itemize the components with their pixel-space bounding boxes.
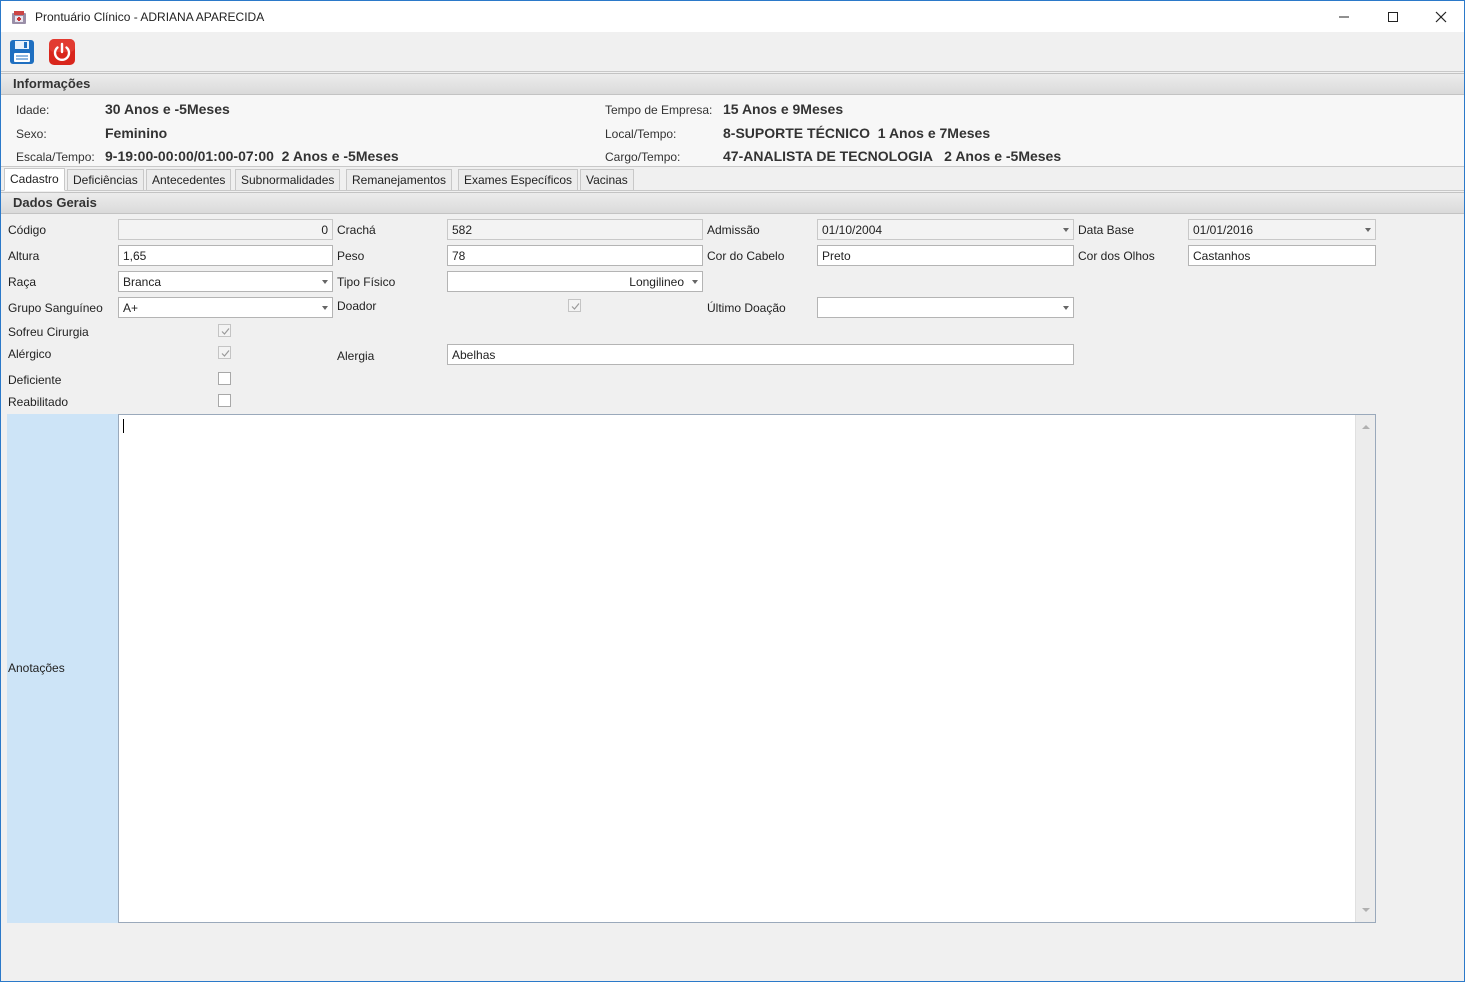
idade-label: Idade: (16, 103, 50, 117)
raca-value: Branca (123, 275, 162, 289)
minimize-button[interactable] (1321, 1, 1367, 32)
sexo-label: Sexo: (16, 127, 47, 141)
dados-gerais-header: Dados Gerais (1, 192, 1464, 214)
tempo-empresa-label: Tempo de Empresa: (605, 103, 713, 117)
window-title: Prontuário Clínico - ADRIANA APARECIDA (35, 10, 265, 24)
admissao-date-picker[interactable]: 01/10/2004 (817, 219, 1074, 240)
info-header: Informações (1, 73, 1464, 95)
alergia-label: Alergia (337, 349, 375, 363)
chevron-down-icon (322, 306, 328, 310)
close-icon (1435, 11, 1447, 22)
scroll-down-icon[interactable] (1362, 908, 1370, 912)
data-base-value: 01/01/2016 (1193, 223, 1254, 237)
peso-field[interactable]: 78 (447, 245, 703, 266)
doador-checkbox[interactable] (568, 299, 581, 312)
grupo-sanguineo-select[interactable]: A+ (118, 297, 333, 318)
data-base-label: Data Base (1078, 223, 1135, 237)
scroll-up-icon[interactable] (1362, 425, 1370, 429)
idade-value: 30 Anos e -5Meses (105, 101, 230, 117)
cargo-value: 47-ANALISTA DE TECNOLOGIA 2 Anos e -5Mes… (723, 148, 1062, 164)
cor-olhos-label: Cor dos Olhos (1078, 249, 1155, 263)
deficiente-checkbox[interactable] (218, 372, 231, 385)
grupo-sanguineo-label: Grupo Sanguíneo (8, 301, 103, 315)
tipo-fisico-label: Tipo Físico (337, 275, 396, 289)
anotacoes-label-cell: Anotações (7, 414, 118, 923)
cracha-field[interactable]: 582 (447, 219, 703, 240)
cor-olhos-field[interactable]: Castanhos (1188, 245, 1376, 266)
cor-cabelo-label: Cor do Cabelo (707, 249, 785, 263)
grupo-sanguineo-value: A+ (123, 301, 139, 315)
maximize-icon (1388, 11, 1398, 22)
doador-label: Doador (337, 299, 377, 313)
text-caret (123, 419, 124, 433)
cargo-label: Cargo/Tempo: (605, 150, 681, 164)
raca-label: Raça (8, 275, 37, 289)
title-bar: Prontuário Clínico - ADRIANA APARECIDA (1, 1, 1464, 32)
chevron-down-icon (692, 280, 698, 284)
anotacoes-label: Anotações (8, 661, 65, 675)
app-window: Prontuário Clínico - ADRIANA APARECIDA I… (0, 0, 1465, 982)
escala-value: 9-19:00-00:00/01:00-07:00 2 Anos e -5Mes… (105, 148, 399, 164)
alergico-label: Alérgico (8, 347, 52, 361)
chevron-down-icon (1365, 228, 1371, 232)
toolbar (1, 32, 1464, 72)
alergico-checkbox[interactable] (218, 346, 231, 359)
floppy-disk-icon (10, 40, 34, 64)
app-icon (12, 11, 26, 24)
power-icon (49, 39, 75, 65)
reabilitado-label: Reabilitado (8, 395, 69, 409)
sexo-value: Feminino (105, 125, 168, 141)
maximize-button[interactable] (1370, 1, 1416, 32)
chevron-down-icon (1063, 306, 1069, 310)
cor-cabelo-field[interactable]: Preto (817, 245, 1074, 266)
codigo-field[interactable]: 0 (118, 219, 333, 240)
deficiente-label: Deficiente (8, 373, 62, 387)
save-button[interactable] (8, 38, 36, 66)
checkmark-icon (571, 303, 580, 310)
chevron-down-icon (1063, 228, 1069, 232)
ultimo-doacao-label: Último Doação (707, 301, 786, 315)
peso-label: Peso (337, 249, 365, 263)
minimize-icon (1339, 16, 1349, 17)
tab-vacinas[interactable]: Vacinas (580, 169, 634, 191)
tempo-empresa-value: 15 Anos e 9Meses (723, 101, 844, 117)
tab-deficiencias[interactable]: Deficiências (67, 169, 144, 191)
sofreu-cirurgia-label: Sofreu Cirurgia (8, 325, 89, 339)
info-panel: Idade: 30 Anos e -5Meses Sexo: Feminino … (1, 95, 1464, 167)
checkmark-icon (221, 328, 230, 335)
raca-select[interactable]: Branca (118, 271, 333, 292)
reabilitado-checkbox[interactable] (218, 394, 231, 407)
notes-scrollbar[interactable] (1355, 415, 1375, 922)
local-value: 8-SUPORTE TÉCNICO 1 Anos e 7Meses (723, 125, 991, 141)
tab-exames-especificos[interactable]: Exames Específicos (458, 169, 579, 191)
tab-subnormalidades[interactable]: Subnormalidades (235, 169, 341, 191)
escala-label: Escala/Tempo: (16, 150, 95, 164)
chevron-down-icon (322, 280, 328, 284)
data-base-date-picker[interactable]: 01/01/2016 (1188, 219, 1376, 240)
local-label: Local/Tempo: (605, 127, 677, 141)
exit-button[interactable] (48, 38, 76, 66)
tab-remanejamentos[interactable]: Remanejamentos (346, 169, 453, 191)
admissao-label: Admissão (707, 223, 760, 237)
altura-label: Altura (8, 249, 40, 263)
ultimo-doacao-date-picker[interactable] (817, 297, 1074, 318)
tab-antecedentes[interactable]: Antecedentes (146, 169, 232, 191)
tipo-fisico-select[interactable]: Longilineo (447, 271, 703, 292)
admissao-value: 01/10/2004 (822, 223, 883, 237)
sofreu-cirurgia-checkbox[interactable] (218, 324, 231, 337)
altura-field[interactable]: 1,65 (118, 245, 333, 266)
tab-strip: Cadastro Deficiências Antecedentes Subno… (1, 168, 1464, 191)
anotacoes-textarea[interactable] (118, 414, 1376, 923)
tab-cadastro[interactable]: Cadastro (4, 168, 65, 191)
checkmark-icon (221, 350, 230, 357)
cracha-label: Crachá (337, 223, 376, 237)
alergia-field[interactable]: Abelhas (447, 344, 1074, 365)
codigo-label: Código (8, 223, 47, 237)
tipo-fisico-value: Longilineo (629, 275, 684, 289)
close-button[interactable] (1418, 1, 1464, 32)
